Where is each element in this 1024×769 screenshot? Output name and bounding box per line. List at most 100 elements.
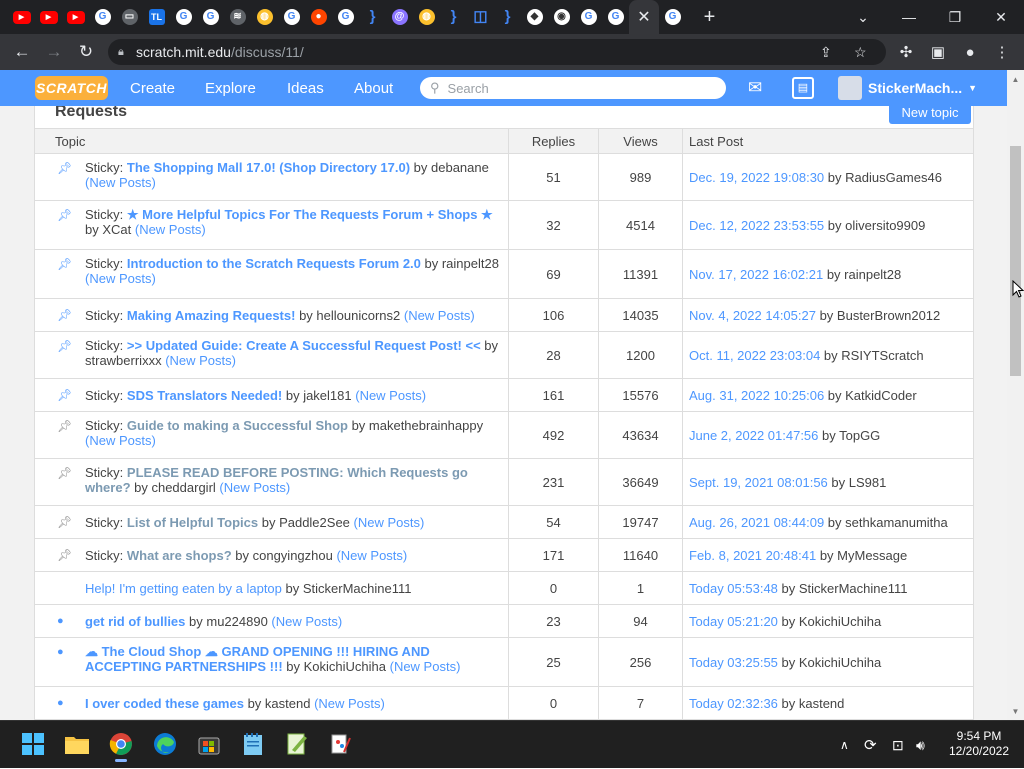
notepad-icon[interactable] — [238, 729, 268, 759]
tab-22[interactable]: G — [602, 0, 629, 34]
scroll-thumb[interactable] — [1010, 146, 1021, 376]
topic-link[interactable]: get rid of bullies — [85, 614, 185, 629]
last-post-date-link[interactable]: Oct. 11, 2022 23:03:04 — [689, 348, 820, 363]
tab-9[interactable]: ◍ — [251, 0, 278, 34]
tab-12[interactable]: G — [332, 0, 359, 34]
last-post-date-link[interactable]: Feb. 8, 2021 20:48:41 — [689, 548, 816, 563]
new-posts-link[interactable]: (New Posts) — [135, 222, 206, 237]
tab-21[interactable]: G — [575, 0, 602, 34]
share-icon[interactable]: ⇪ — [820, 39, 832, 65]
edge-icon[interactable] — [150, 729, 180, 759]
maximize-icon[interactable]: ❐ — [932, 0, 978, 34]
tab-3[interactable]: G — [89, 0, 116, 34]
tab-15[interactable]: ◍ — [413, 0, 440, 34]
chrome-icon[interactable] — [106, 729, 136, 762]
last-post-date-link[interactable]: Today 03:25:55 — [689, 655, 778, 670]
new-posts-link[interactable]: (New Posts) — [271, 614, 342, 629]
tab-2[interactable]: ▶ — [62, 0, 89, 34]
clock[interactable]: 9:54 PM 12/20/2022 — [944, 729, 1014, 759]
tab-6[interactable]: G — [170, 0, 197, 34]
last-post-date-link[interactable]: Nov. 4, 2022 14:05:27 — [689, 308, 816, 323]
back-icon[interactable]: ← — [6, 36, 38, 68]
tab-19[interactable]: ◆ — [521, 0, 548, 34]
topic-link[interactable]: Introduction to the Scratch Requests For… — [127, 256, 421, 271]
tab-14[interactable]: @ — [386, 0, 413, 34]
topic-link[interactable]: ★ More Helpful Topics For The Requests F… — [127, 207, 493, 222]
profile-icon[interactable]: ● — [954, 34, 986, 70]
new-posts-link[interactable]: (New Posts) — [85, 433, 156, 448]
tab-20[interactable]: ◉ — [548, 0, 575, 34]
tab-5[interactable]: TL — [143, 0, 170, 34]
new-posts-link[interactable]: (New Posts) — [390, 659, 461, 674]
tab-8[interactable]: ≋ — [224, 0, 251, 34]
new-posts-link[interactable]: (New Posts) — [336, 548, 407, 563]
new-posts-link[interactable]: (New Posts) — [85, 271, 156, 286]
close-window-icon[interactable]: ✕ — [978, 0, 1024, 34]
tab-11[interactable]: ● — [305, 0, 332, 34]
tab-18[interactable]: } — [494, 0, 521, 34]
tab-4[interactable]: ▭ — [116, 0, 143, 34]
topic-link[interactable]: List of Helpful Topics — [127, 515, 258, 530]
close-tab-icon[interactable]: ✕ — [637, 7, 650, 27]
reload-icon[interactable]: ↻ — [70, 36, 102, 68]
file-explorer-icon[interactable] — [62, 729, 92, 759]
notepad-plus-icon[interactable] — [282, 729, 312, 759]
new-topic-button[interactable]: New topic — [889, 106, 971, 124]
paint-icon[interactable] — [326, 729, 356, 759]
tab-search-icon[interactable]: ⌄ — [840, 0, 886, 34]
forward-icon[interactable]: → — [38, 36, 70, 68]
search-input[interactable]: ⚲ Search — [420, 77, 726, 99]
page-scrollbar[interactable]: ▲ ▼ — [1007, 70, 1024, 720]
last-post-date-link[interactable]: Today 05:21:20 — [689, 614, 778, 629]
new-posts-link[interactable]: (New Posts) — [404, 308, 475, 323]
tab-0[interactable]: ▶ — [8, 0, 35, 34]
topic-link[interactable]: I over coded these games — [85, 696, 244, 711]
nav-about[interactable]: About — [354, 70, 393, 106]
new-posts-link[interactable]: (New Posts) — [355, 388, 426, 403]
minimize-icon[interactable]: — — [886, 0, 932, 34]
tab-17[interactable]: ◫ — [467, 0, 494, 34]
nav-create[interactable]: Create — [130, 70, 175, 106]
last-post-date-link[interactable]: Nov. 17, 2022 16:02:21 — [689, 267, 823, 282]
new-posts-link[interactable]: (New Posts) — [165, 353, 236, 368]
tab-13[interactable]: } — [359, 0, 386, 34]
last-post-date-link[interactable]: June 2, 2022 01:47:56 — [689, 428, 818, 443]
nav-ideas[interactable]: Ideas — [287, 70, 324, 106]
topic-link[interactable]: What are shops? — [127, 548, 232, 563]
address-bar[interactable]: 🔒︎ scratch.mit.edu/discuss/11/ ⇪ ☆ — [108, 39, 886, 65]
volume-icon[interactable]: 🔊︎ — [916, 721, 925, 769]
active-tab[interactable]: ✕ — [629, 0, 659, 34]
sync-icon[interactable]: ⟳ — [864, 721, 877, 769]
network-icon[interactable]: ⊡ — [892, 721, 904, 769]
topic-link[interactable]: Help! I'm getting eaten by a laptop — [85, 581, 282, 596]
side-panel-icon[interactable]: ▣ — [922, 34, 954, 70]
scratch-logo[interactable]: SCRATCH — [35, 76, 108, 100]
menu-kebab-icon[interactable]: ⋮ — [986, 34, 1018, 70]
new-tab-icon[interactable]: + — [696, 0, 723, 34]
last-post-date-link[interactable]: Today 02:32:36 — [689, 696, 778, 711]
new-posts-link[interactable]: (New Posts) — [314, 696, 385, 711]
tab-7[interactable]: G — [197, 0, 224, 34]
tab-16[interactable]: } — [440, 0, 467, 34]
new-posts-link[interactable]: (New Posts) — [219, 480, 290, 495]
tray-overflow-icon[interactable]: ∧ — [840, 721, 849, 769]
new-posts-link[interactable]: (New Posts) — [85, 175, 156, 190]
new-posts-link[interactable]: (New Posts) — [354, 515, 425, 530]
topic-link[interactable]: >> Updated Guide: Create A Successful Re… — [127, 338, 481, 353]
tab-10[interactable]: G — [278, 0, 305, 34]
messages-icon[interactable]: ✉ — [748, 78, 762, 98]
my-stuff-icon[interactable]: ▤ — [792, 77, 814, 99]
last-post-date-link[interactable]: Sept. 19, 2021 08:01:56 — [689, 475, 828, 490]
avatar[interactable] — [838, 76, 862, 100]
nav-explore[interactable]: Explore — [205, 70, 256, 106]
store-icon[interactable] — [194, 729, 224, 759]
last-post-date-link[interactable]: Aug. 31, 2022 10:25:06 — [689, 388, 824, 403]
scroll-up-icon[interactable]: ▲ — [1007, 72, 1024, 86]
last-post-date-link[interactable]: Dec. 19, 2022 19:08:30 — [689, 170, 824, 185]
last-post-date-link[interactable]: Aug. 26, 2021 08:44:09 — [689, 515, 824, 530]
username-menu[interactable]: StickerMach... ▼ — [868, 70, 977, 106]
bookmark-star-icon[interactable]: ☆ — [854, 39, 867, 65]
last-post-date-link[interactable]: Today 05:53:48 — [689, 581, 778, 596]
extensions-icon[interactable]: ✣ — [890, 34, 922, 70]
topic-link[interactable]: Making Amazing Requests! — [127, 308, 296, 323]
